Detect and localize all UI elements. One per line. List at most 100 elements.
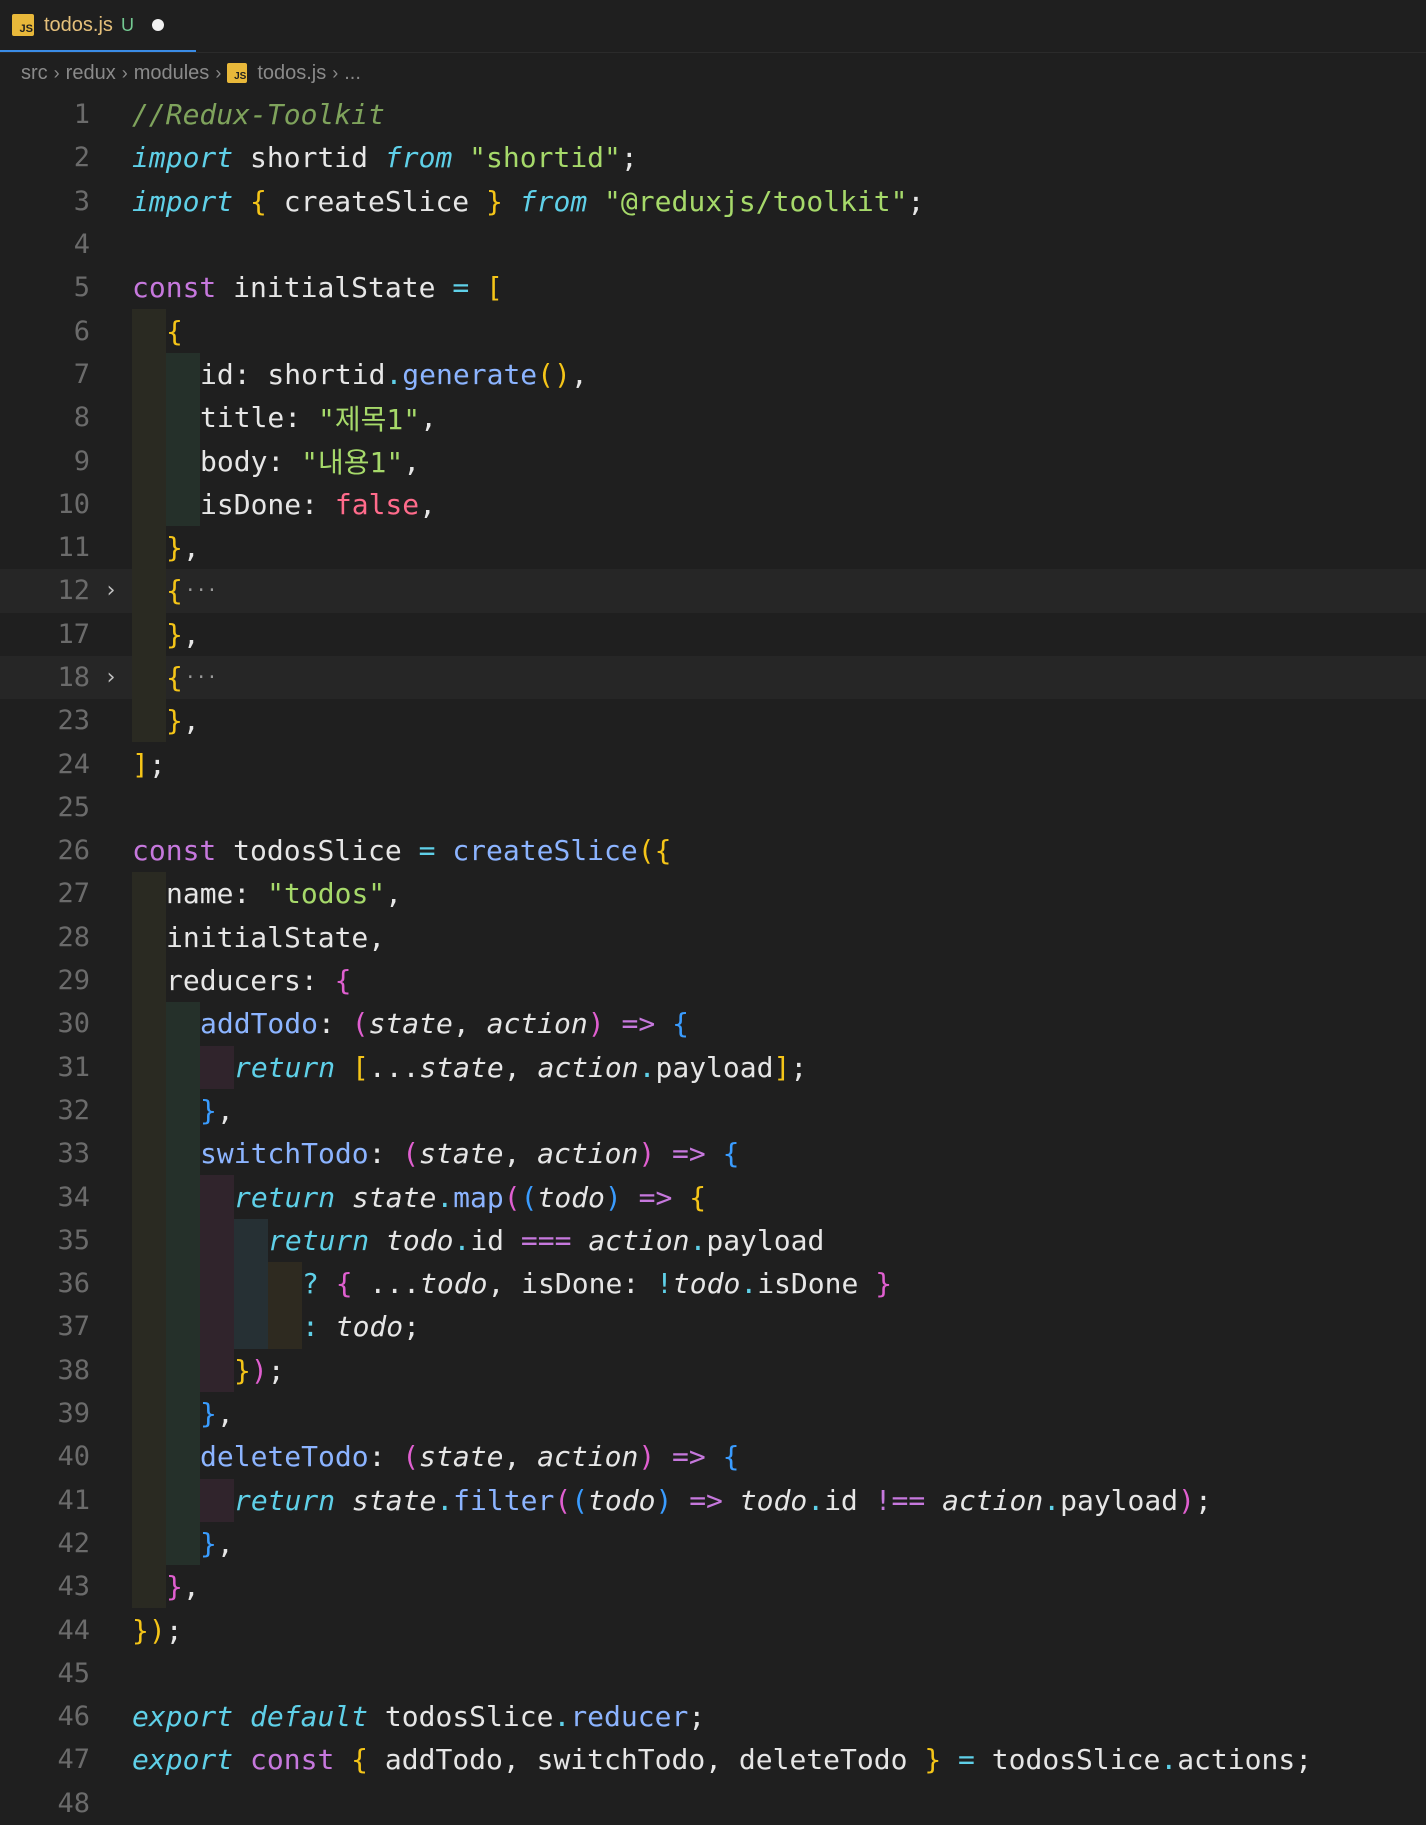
code-line[interactable]: 7 id: shortid. generate(), (0, 352, 1426, 397)
code-token: . (740, 1267, 758, 1301)
code-line[interactable]: 31 return [... state, action. payload]; (0, 1045, 1426, 1089)
code-line[interactable]: 30 addTodo: (state, action) => { (0, 1002, 1426, 1046)
line-number: 25 (57, 791, 90, 823)
indent-guide (132, 915, 166, 959)
fold-chevron-icon[interactable]: › (90, 665, 132, 690)
code-token: , (216, 1526, 234, 1560)
breadcrumb-item-file[interactable]: todos.js (257, 62, 326, 85)
code-token: ] (132, 747, 149, 781)
editor-tab-bar: JS todos.js U (0, 0, 1426, 53)
code-token: state (352, 1180, 437, 1214)
code-token: => (672, 1440, 706, 1474)
line-number: 46 (57, 1701, 90, 1733)
code-line[interactable]: 10 isDone: false, (0, 482, 1426, 526)
code-line[interactable]: 25 (0, 786, 1426, 829)
code-line[interactable]: 2 import shortid from "shortid"; (0, 136, 1426, 179)
indent-guide (132, 1045, 166, 1089)
code-token: , (570, 357, 588, 391)
code-token: map (453, 1180, 504, 1214)
code-line[interactable]: 33 switchTodo: (state, action) => { (0, 1132, 1426, 1176)
code-line[interactable]: 37: todo; (0, 1305, 1426, 1349)
indent-guide (200, 1218, 234, 1263)
code-line[interactable]: 40 deleteTodo: (state, action) => { (0, 1435, 1426, 1479)
folded-ellipsis[interactable]: ··· (185, 580, 218, 601)
code-line[interactable]: 35 return todo. id === action. payload (0, 1218, 1426, 1263)
code-token: , (182, 531, 200, 565)
code-line[interactable]: 4 (0, 223, 1426, 266)
code-editor[interactable]: 1 //Redux-Toolkit 2 import shortid from "sh… (0, 93, 1426, 1825)
code-line[interactable]: 32}, (0, 1088, 1426, 1133)
code-token: ( (503, 1180, 521, 1214)
code-line[interactable]: 43}, (0, 1565, 1426, 1609)
code-token: ? (302, 1267, 336, 1301)
code-line[interactable]: 34 return state. map((todo) => { (0, 1175, 1426, 1219)
code-line[interactable]: 42}, (0, 1521, 1426, 1566)
fold-chevron-icon[interactable]: › (90, 578, 132, 603)
code-token: todosSlice (216, 834, 419, 868)
line-number: 26 (57, 835, 90, 867)
code-token: return (234, 1483, 336, 1517)
code-line[interactable]: 8 title: "제목1", (0, 396, 1426, 440)
code-token: => (638, 1180, 673, 1214)
code-line[interactable]: 29 reducers: { (0, 958, 1426, 1003)
code-line[interactable]: 3 import { createSlice } from "@reduxjs/t… (0, 180, 1426, 223)
code-line[interactable]: 12 ›{··· (0, 569, 1426, 613)
code-token: todo (537, 1180, 605, 1214)
code-token: === (520, 1223, 572, 1257)
code-line[interactable]: 23}, (0, 699, 1426, 743)
indent-guide (166, 1002, 200, 1046)
code-line[interactable]: 17}, (0, 612, 1426, 656)
code-line[interactable]: 36? { ... todo, isDone: ! todo. isDone } (0, 1262, 1426, 1306)
code-token: } (486, 184, 503, 218)
line-number: 1 (73, 99, 90, 131)
code-token: . (1160, 1743, 1178, 1777)
code-line[interactable]: 5 const initialState = [ (0, 266, 1426, 309)
code-token: action (942, 1483, 1044, 1517)
folded-ellipsis[interactable]: ··· (185, 667, 218, 688)
code-line[interactable]: 41 return state. filter((todo) => todo. id … (0, 1478, 1426, 1522)
line-number: 42 (57, 1527, 90, 1559)
tab-todos-js[interactable]: JS todos.js U (0, 0, 196, 52)
breadcrumb-item-src[interactable]: src (21, 62, 48, 85)
breadcrumb-item-redux[interactable]: redux (66, 62, 116, 85)
code-line[interactable]: 27 name: "todos", (0, 872, 1426, 916)
code-line[interactable]: 28 initialState, (0, 915, 1426, 959)
breadcrumb-item-symbols[interactable]: ... (344, 62, 361, 85)
code-line[interactable]: 18 ›{··· (0, 655, 1426, 700)
code-line[interactable]: 6{ (0, 309, 1426, 353)
code-token: return (268, 1223, 370, 1257)
code-line[interactable]: 48 (0, 1782, 1426, 1825)
line-number: 43 (57, 1571, 90, 1603)
code-token: { (351, 1743, 369, 1777)
code-line[interactable]: 47 export const { addTodo, switchTodo, de… (0, 1738, 1426, 1781)
indent-guide (132, 655, 166, 700)
code-token: ; (907, 184, 925, 218)
code-line[interactable]: 45 (0, 1652, 1426, 1695)
code-line[interactable]: 24]; (0, 742, 1426, 785)
code-token: : (302, 1310, 336, 1344)
code-line[interactable]: 9 body: "내용1", (0, 439, 1426, 483)
code-line[interactable]: 26 const todosSlice = createSlice({ (0, 829, 1426, 872)
indent-guide (132, 569, 166, 613)
unsaved-dot-icon[interactable] (151, 19, 164, 31)
code-token: , (385, 877, 403, 911)
indent-guide (166, 439, 200, 483)
code-line[interactable]: 39}, (0, 1391, 1426, 1436)
code-line[interactable]: 38}); (0, 1348, 1426, 1392)
code-line[interactable]: 46 export default todosSlice. reducer; (0, 1695, 1426, 1738)
code-token: return (234, 1180, 336, 1214)
code-line[interactable]: 1 //Redux-Toolkit (0, 93, 1426, 136)
breadcrumb-item-modules[interactable]: modules (134, 62, 210, 85)
code-token: } (875, 1267, 893, 1301)
code-line[interactable]: 44}); (0, 1608, 1426, 1651)
code-token: . (638, 1050, 656, 1084)
git-status-badge: U (120, 14, 134, 35)
indent-guide (166, 482, 200, 526)
code-line[interactable]: 11}, (0, 525, 1426, 570)
code-token: ( (520, 1180, 538, 1214)
chevron-right-icon: › (53, 62, 60, 83)
